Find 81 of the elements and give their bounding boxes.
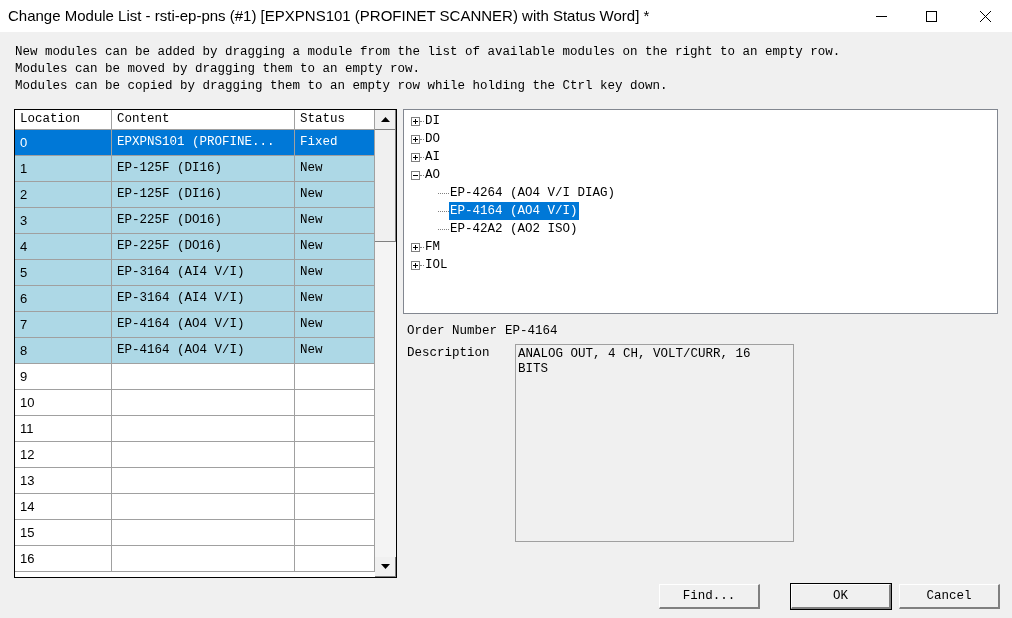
table-row[interactable]: 0 EPXPNS101 (PROFINE... Fixed (15, 130, 375, 156)
table-cell: 3 (15, 208, 112, 233)
table-cell: EP-225F (DO16) (112, 208, 295, 233)
down-arrow-icon (380, 564, 390, 569)
table-row[interactable]: 15 (15, 520, 375, 546)
table-cell: 4 (15, 234, 112, 259)
table-cell: EP-125F (DI16) (112, 182, 295, 207)
field-label: Description (407, 345, 491, 362)
table-cell: 7 (15, 312, 112, 337)
table-cell: EP-4164 (AO4 V/I) (112, 312, 295, 337)
table-cell: 2 (15, 182, 112, 207)
module-tree[interactable]: DI DO AI AO EP-4264 (AO4 V/I DIAG) EP-4164 (AO4 V/I) EP-42A2 (AO2 ISO) FM IOL (403, 109, 998, 314)
dialog-button[interactable]: Cancel (899, 584, 1000, 609)
scroll-up-button[interactable] (375, 110, 396, 130)
expand-icon[interactable] (411, 260, 420, 270)
table-cell: 15 (15, 520, 112, 545)
table-cell: 14 (15, 494, 112, 519)
order-number-value: EP-4164 (505, 322, 558, 340)
minimize-icon (875, 15, 887, 17)
table-cell: 13 (15, 468, 112, 493)
table-cell: 5 (15, 260, 112, 285)
tree-item[interactable]: AI (424, 147, 441, 167)
tree-item[interactable]: EP-4164 (AO4 V/I) (449, 201, 579, 221)
table-row[interactable]: 8 EP-4164 (AO4 V/I) New (15, 338, 375, 364)
table-row[interactable]: 12 (15, 442, 375, 468)
field-label: Order Number (407, 322, 497, 340)
description-box: ANALOG OUT, 4 CH, VOLT/CURR, 16 BITS (515, 344, 794, 542)
table-cell: 6 (15, 286, 112, 311)
table-cell: EPXPNS101 (PROFINE... (112, 130, 295, 155)
tree-item[interactable]: FM (424, 237, 441, 257)
window-title: Change Module List - rsti-ep-pns (#1) [EPXPNS101 (PROFINET SCANNER) with Status Word] * (8, 5, 650, 26)
expand-icon[interactable] (411, 134, 420, 144)
table-row[interactable]: 7 EP-4164 (AO4 V/I) New (15, 312, 375, 338)
collapse-icon[interactable] (411, 170, 420, 180)
expand-icon[interactable] (411, 116, 420, 126)
column-header[interactable]: Location (15, 110, 112, 129)
expand-icon[interactable] (411, 152, 420, 162)
tree-item[interactable]: DO (424, 129, 441, 149)
close-icon (979, 10, 991, 22)
table-row[interactable]: 10 (15, 390, 375, 416)
up-arrow-icon (380, 117, 390, 122)
instruction-text: Modules can be copied by dragging them to an empty row while holding the Ctrl key down. (15, 78, 669, 95)
table-row[interactable]: 14 (15, 494, 375, 520)
table-row[interactable]: 11 (15, 416, 375, 442)
expand-icon[interactable] (411, 242, 420, 252)
column-header[interactable]: Content (112, 110, 295, 129)
dialog-button[interactable]: Find... (659, 584, 760, 609)
instruction-text: Modules can be moved by dragging them to an empty row. (15, 61, 422, 78)
instruction-text: New modules can be added by dragging a module from the list of available modules on the right to an empty row. (15, 44, 842, 61)
tree-item[interactable]: IOL (424, 255, 449, 275)
dialog-button[interactable]: OK (791, 584, 891, 609)
tree-item[interactable]: DI (424, 111, 441, 131)
table-cell: 0 (15, 130, 112, 155)
table-row[interactable]: 16 (15, 546, 375, 572)
maximize-icon (925, 10, 937, 22)
table-cell: 9 (15, 364, 112, 389)
table-row[interactable]: 9 (15, 364, 375, 390)
table-row[interactable]: 13 (15, 468, 375, 494)
table-cell: 1 (15, 156, 112, 181)
tree-item[interactable]: EP-42A2 (AO2 ISO) (449, 219, 579, 239)
table-cell: 10 (15, 390, 112, 415)
table-cell: EP-3164 (AI4 V/I) (112, 286, 295, 311)
tree-item[interactable]: AO (424, 165, 441, 185)
table-row[interactable]: 6 EP-3164 (AI4 V/I) New (15, 286, 375, 312)
table-row[interactable]: 4 EP-225F (DO16) New (15, 234, 375, 260)
scroll-thumb[interactable] (375, 130, 396, 242)
table-row[interactable]: 1 EP-125F (DI16) New (15, 156, 375, 182)
scroll-down-button[interactable] (375, 557, 396, 577)
table-cell: EP-125F (DI16) (112, 156, 295, 181)
table-cell: EP-225F (DO16) (112, 234, 295, 259)
table-row[interactable]: 5 EP-3164 (AI4 V/I) New (15, 260, 375, 286)
table-cell: 11 (15, 416, 112, 441)
table-cell: 16 (15, 546, 112, 571)
scrollbar[interactable] (375, 110, 396, 577)
table-cell: 8 (15, 338, 112, 363)
table-cell: EP-4164 (AO4 V/I) (112, 338, 295, 363)
tree-item[interactable]: EP-4264 (AO4 V/I DIAG) (449, 183, 617, 203)
table-row[interactable]: 2 EP-125F (DI16) New (15, 182, 375, 208)
table-cell: EP-3164 (AI4 V/I) (112, 260, 295, 285)
table-row[interactable]: 3 EP-225F (DO16) New (15, 208, 375, 234)
table-cell: 12 (15, 442, 112, 467)
